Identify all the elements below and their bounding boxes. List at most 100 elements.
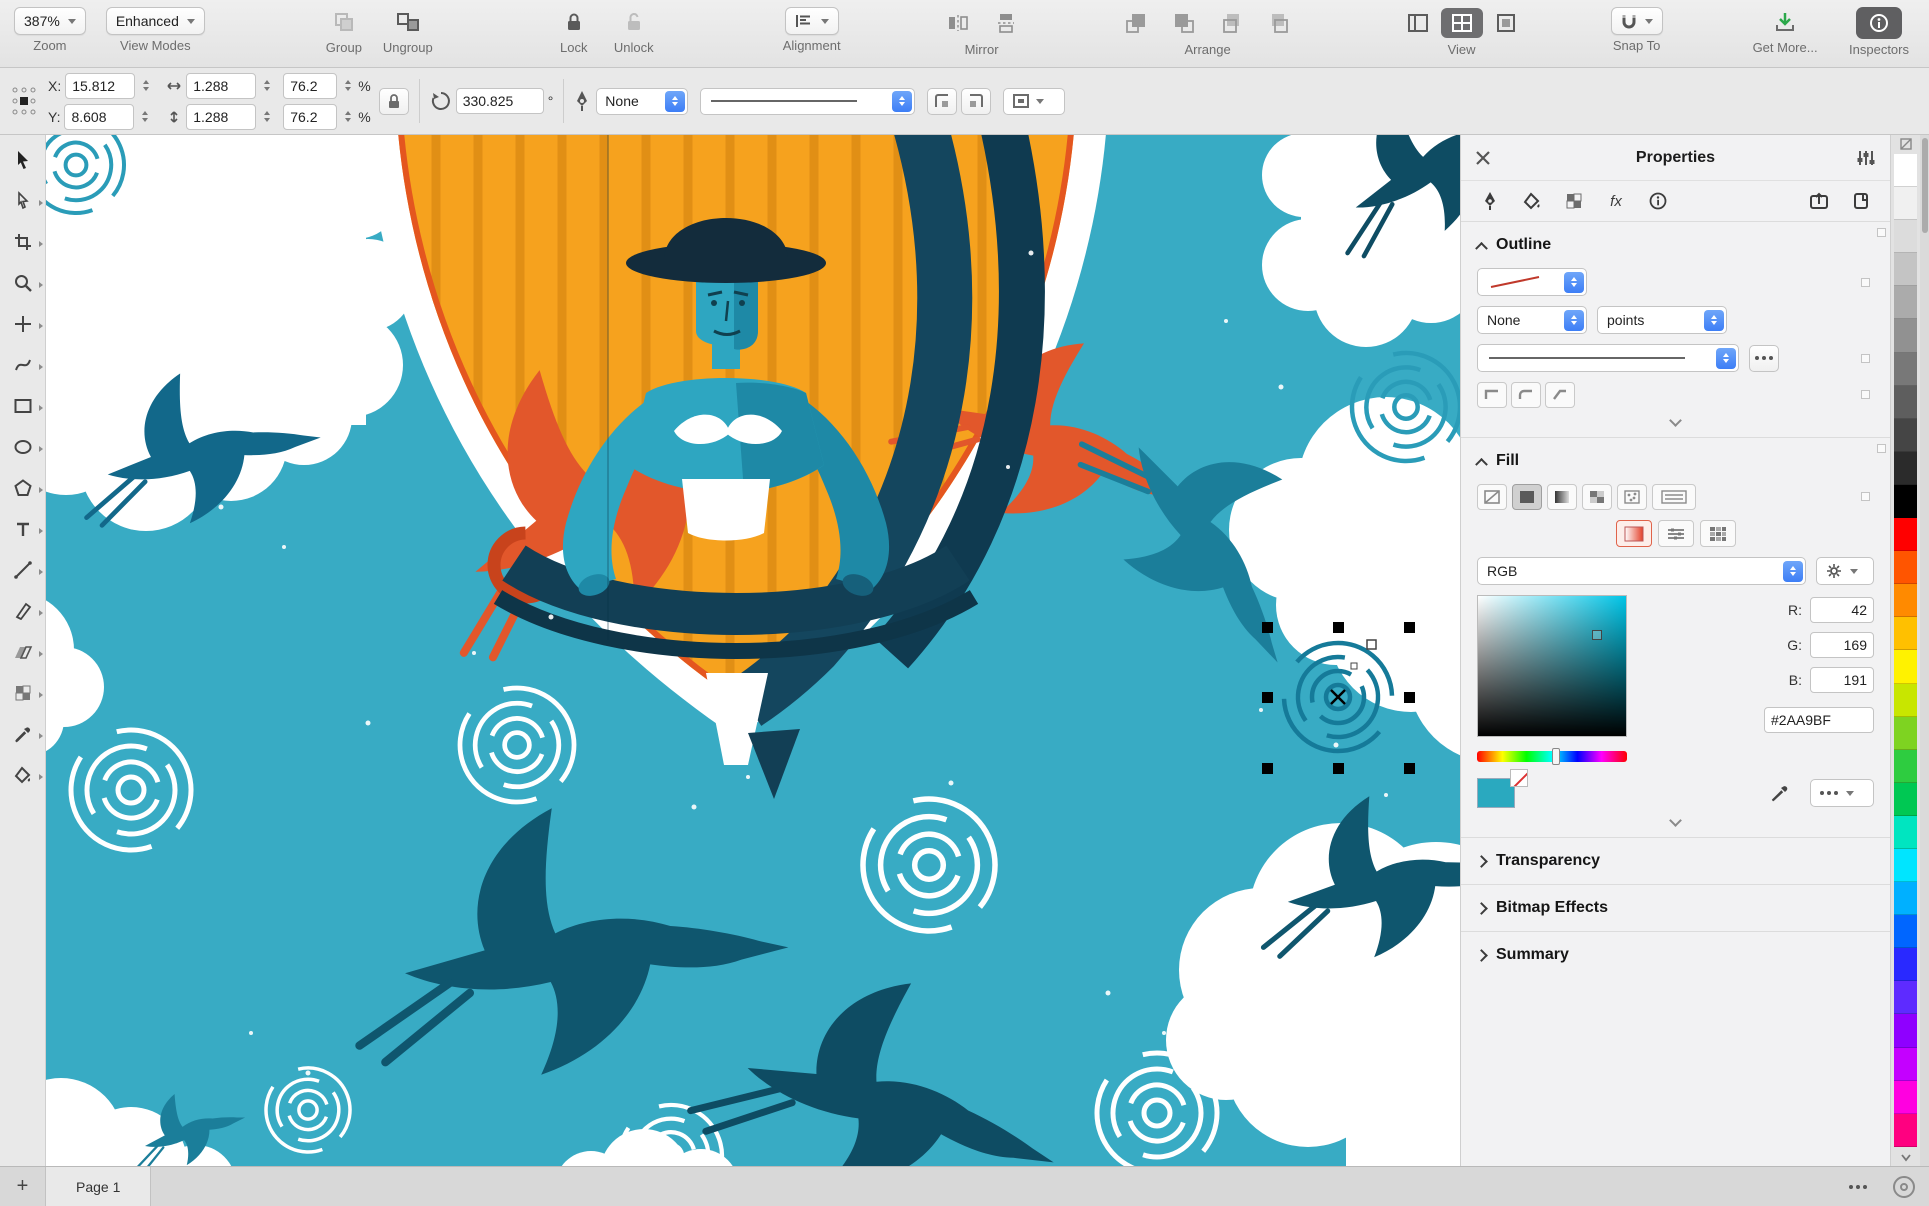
fill-tool[interactable] [2, 754, 44, 795]
fill-header[interactable]: Fill [1475, 444, 1886, 474]
scale-height-input[interactable] [283, 103, 338, 130]
palette-swatch[interactable] [1894, 683, 1917, 717]
palette-swatch[interactable] [1894, 484, 1917, 519]
color-palettes-button[interactable] [1699, 520, 1736, 547]
cap-square-button[interactable] [1545, 382, 1575, 408]
tab-effects[interactable]: fx [1599, 186, 1633, 216]
inspectors-button[interactable] [1856, 7, 1902, 39]
object-origin-selector[interactable] [10, 84, 38, 118]
x-stepper[interactable] [139, 73, 152, 99]
hue-slider[interactable] [1477, 748, 1627, 765]
summary-header[interactable]: Summary [1475, 942, 1874, 968]
zoom-dropdown[interactable]: 387% [14, 7, 86, 35]
color-options-dropdown[interactable] [1816, 557, 1874, 585]
palette-swatch[interactable] [1894, 981, 1917, 1015]
cap-butt-button[interactable] [1477, 382, 1507, 408]
palette-swatch[interactable] [1894, 782, 1917, 816]
palette-swatch[interactable] [1894, 1113, 1917, 1147]
outline-style-dropdown[interactable] [1477, 344, 1739, 372]
eyedropper-icon[interactable] [1770, 783, 1790, 803]
outline-width-dropdown[interactable]: None [1477, 306, 1587, 334]
outline-units-dropdown[interactable]: points [1597, 306, 1727, 334]
palette-swatch[interactable] [1894, 617, 1917, 651]
curve-tool[interactable] [2, 344, 44, 385]
height-stepper[interactable] [260, 104, 273, 130]
page-view-button[interactable] [1485, 8, 1527, 38]
palette-swatch[interactable] [1894, 451, 1917, 485]
fill-more-dropdown[interactable] [1810, 779, 1874, 807]
wireframe-view-button[interactable] [1397, 8, 1439, 38]
to-front-button[interactable] [1115, 8, 1157, 38]
shadow-tool[interactable] [2, 631, 44, 672]
texture-fill-button[interactable] [1617, 484, 1647, 510]
tab-fill[interactable] [1515, 186, 1549, 216]
palette-swatch[interactable] [1894, 286, 1917, 320]
palette-swatch[interactable] [1894, 187, 1917, 221]
palette-swatch[interactable] [1894, 319, 1917, 353]
hex-value-input[interactable] [1764, 707, 1874, 733]
scale-width-stepper[interactable] [341, 73, 354, 99]
fill-winding-button[interactable] [1652, 484, 1696, 510]
ungroup-button[interactable] [387, 7, 429, 37]
palette-swatch[interactable] [1894, 815, 1917, 849]
palette-swatch[interactable] [1894, 518, 1917, 552]
palette-swatch[interactable] [1894, 650, 1917, 684]
width-stepper[interactable] [260, 73, 273, 99]
tab-outline[interactable] [1473, 186, 1507, 216]
freehand-tool[interactable] [2, 303, 44, 344]
transparency-header[interactable]: Transparency [1475, 848, 1874, 874]
r-value-input[interactable] [1810, 597, 1874, 623]
lock-ratio-button[interactable] [378, 87, 409, 115]
solid-fill-button[interactable] [1512, 484, 1542, 510]
outline-width-dropdown[interactable]: None [596, 87, 689, 115]
page-tab[interactable]: Page 1 [46, 1166, 152, 1206]
get-more-button[interactable] [1764, 7, 1806, 37]
back-one-button[interactable] [1259, 8, 1301, 38]
palette-swatch[interactable] [1894, 154, 1917, 188]
forward-one-button[interactable] [1211, 8, 1253, 38]
wrap-text-left-button[interactable] [927, 87, 958, 115]
scrollbar-thumb[interactable] [1921, 138, 1928, 233]
palette-swatch[interactable] [1894, 948, 1917, 982]
scale-height-stepper[interactable] [341, 104, 354, 130]
outline-position-dropdown[interactable] [1003, 87, 1066, 115]
group-button[interactable] [323, 7, 365, 37]
text-tool[interactable] [2, 508, 44, 549]
color-field-selector[interactable] [1591, 629, 1602, 640]
node-marker[interactable] [1366, 639, 1377, 650]
outline-preset-dropdown[interactable] [1477, 268, 1587, 296]
palette-swatch[interactable] [1894, 418, 1917, 452]
palette-scroll-button[interactable] [1891, 1148, 1920, 1166]
palette-options-button[interactable] [1891, 135, 1920, 153]
snap-to-dropdown[interactable] [1610, 7, 1663, 35]
object-height-input[interactable] [186, 103, 257, 130]
object-width-input[interactable] [186, 72, 257, 99]
export-panel-button[interactable] [1802, 186, 1836, 216]
zoom-tool[interactable] [2, 262, 44, 303]
line-tool[interactable] [2, 549, 44, 590]
shape-tool[interactable] [2, 180, 44, 221]
grid-view-button[interactable] [1440, 8, 1483, 38]
wrap-text-right-button[interactable] [961, 87, 992, 115]
palette-swatch[interactable] [1894, 352, 1917, 386]
current-fill-swatch[interactable] [1477, 769, 1528, 808]
b-value-input[interactable] [1810, 667, 1874, 693]
alignment-dropdown[interactable] [784, 7, 839, 35]
g-value-input[interactable] [1810, 632, 1874, 658]
outline-header[interactable]: Outline [1475, 228, 1886, 258]
outline-expand-button[interactable] [1477, 408, 1874, 427]
palette-swatch[interactable] [1894, 1014, 1917, 1048]
eyedropper-tool[interactable] [2, 713, 44, 754]
bitmap-effects-header[interactable]: Bitmap Effects [1475, 895, 1874, 921]
color-field[interactable] [1477, 595, 1627, 737]
to-back-button[interactable] [1163, 8, 1205, 38]
settings-icon[interactable] [1893, 1175, 1915, 1198]
palette-swatch[interactable] [1894, 385, 1917, 419]
rectangle-tool[interactable] [2, 385, 44, 426]
more-options-icon[interactable] [1849, 1184, 1867, 1189]
palette-swatch[interactable] [1894, 584, 1917, 618]
y-stepper[interactable] [138, 104, 151, 130]
gradient-fill-button[interactable] [1547, 484, 1577, 510]
ellipse-tool[interactable] [2, 426, 44, 467]
cap-round-button[interactable] [1511, 382, 1541, 408]
